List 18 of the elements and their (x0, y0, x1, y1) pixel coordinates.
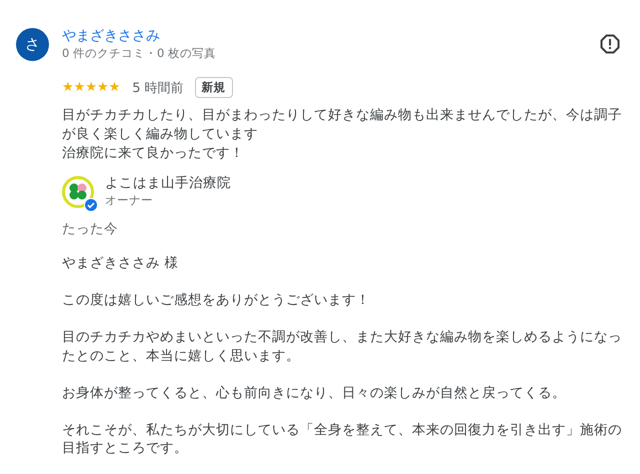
star-rating: ★★★★★ (62, 80, 120, 94)
reply-time: たった今 (62, 220, 119, 238)
review-meta: 0 件のクチコミ・0 枚の写真 (62, 45, 216, 61)
reply-paragraph: 目のチカチカやめまいといった不調が改善し、また大好きな編み物を楽しめるようになったとのこと、本当に嬉しく思います。 (62, 328, 623, 365)
reply-paragraph: それこそが、私たちが大切にしている「全身を整えて、本来の回復力を引き出す」施術の目指すところです。 (62, 420, 623, 458)
owner-role: オーナー (105, 192, 154, 208)
new-badge: 新規 (194, 77, 233, 98)
reply-paragraph: この度は嬉しいご感想をありがとうございます！ (62, 291, 371, 310)
reply-paragraph: やまざきささみ 様 (62, 254, 180, 272)
author-name[interactable]: やまざきささみ (62, 27, 216, 45)
clover-logo (62, 176, 94, 208)
reply-paragraph: お身体が整ってくると、心も前向きになり、日々の楽しみが自然と戻ってくる。 (62, 384, 567, 402)
owner-name: よこはま山手治療院 (105, 175, 231, 192)
user-avatar[interactable]: さ (16, 28, 49, 61)
review-text: 目がチカチカしたり、目がまわったりして好きな編み物も出来ませんでしたが、今は調子が良く楽しく編み物しています (62, 106, 623, 144)
report-icon[interactable] (600, 34, 620, 54)
review-time: 5 時間前 (132, 80, 184, 96)
review-text: 治療院に来て良かったです！ (62, 144, 245, 163)
